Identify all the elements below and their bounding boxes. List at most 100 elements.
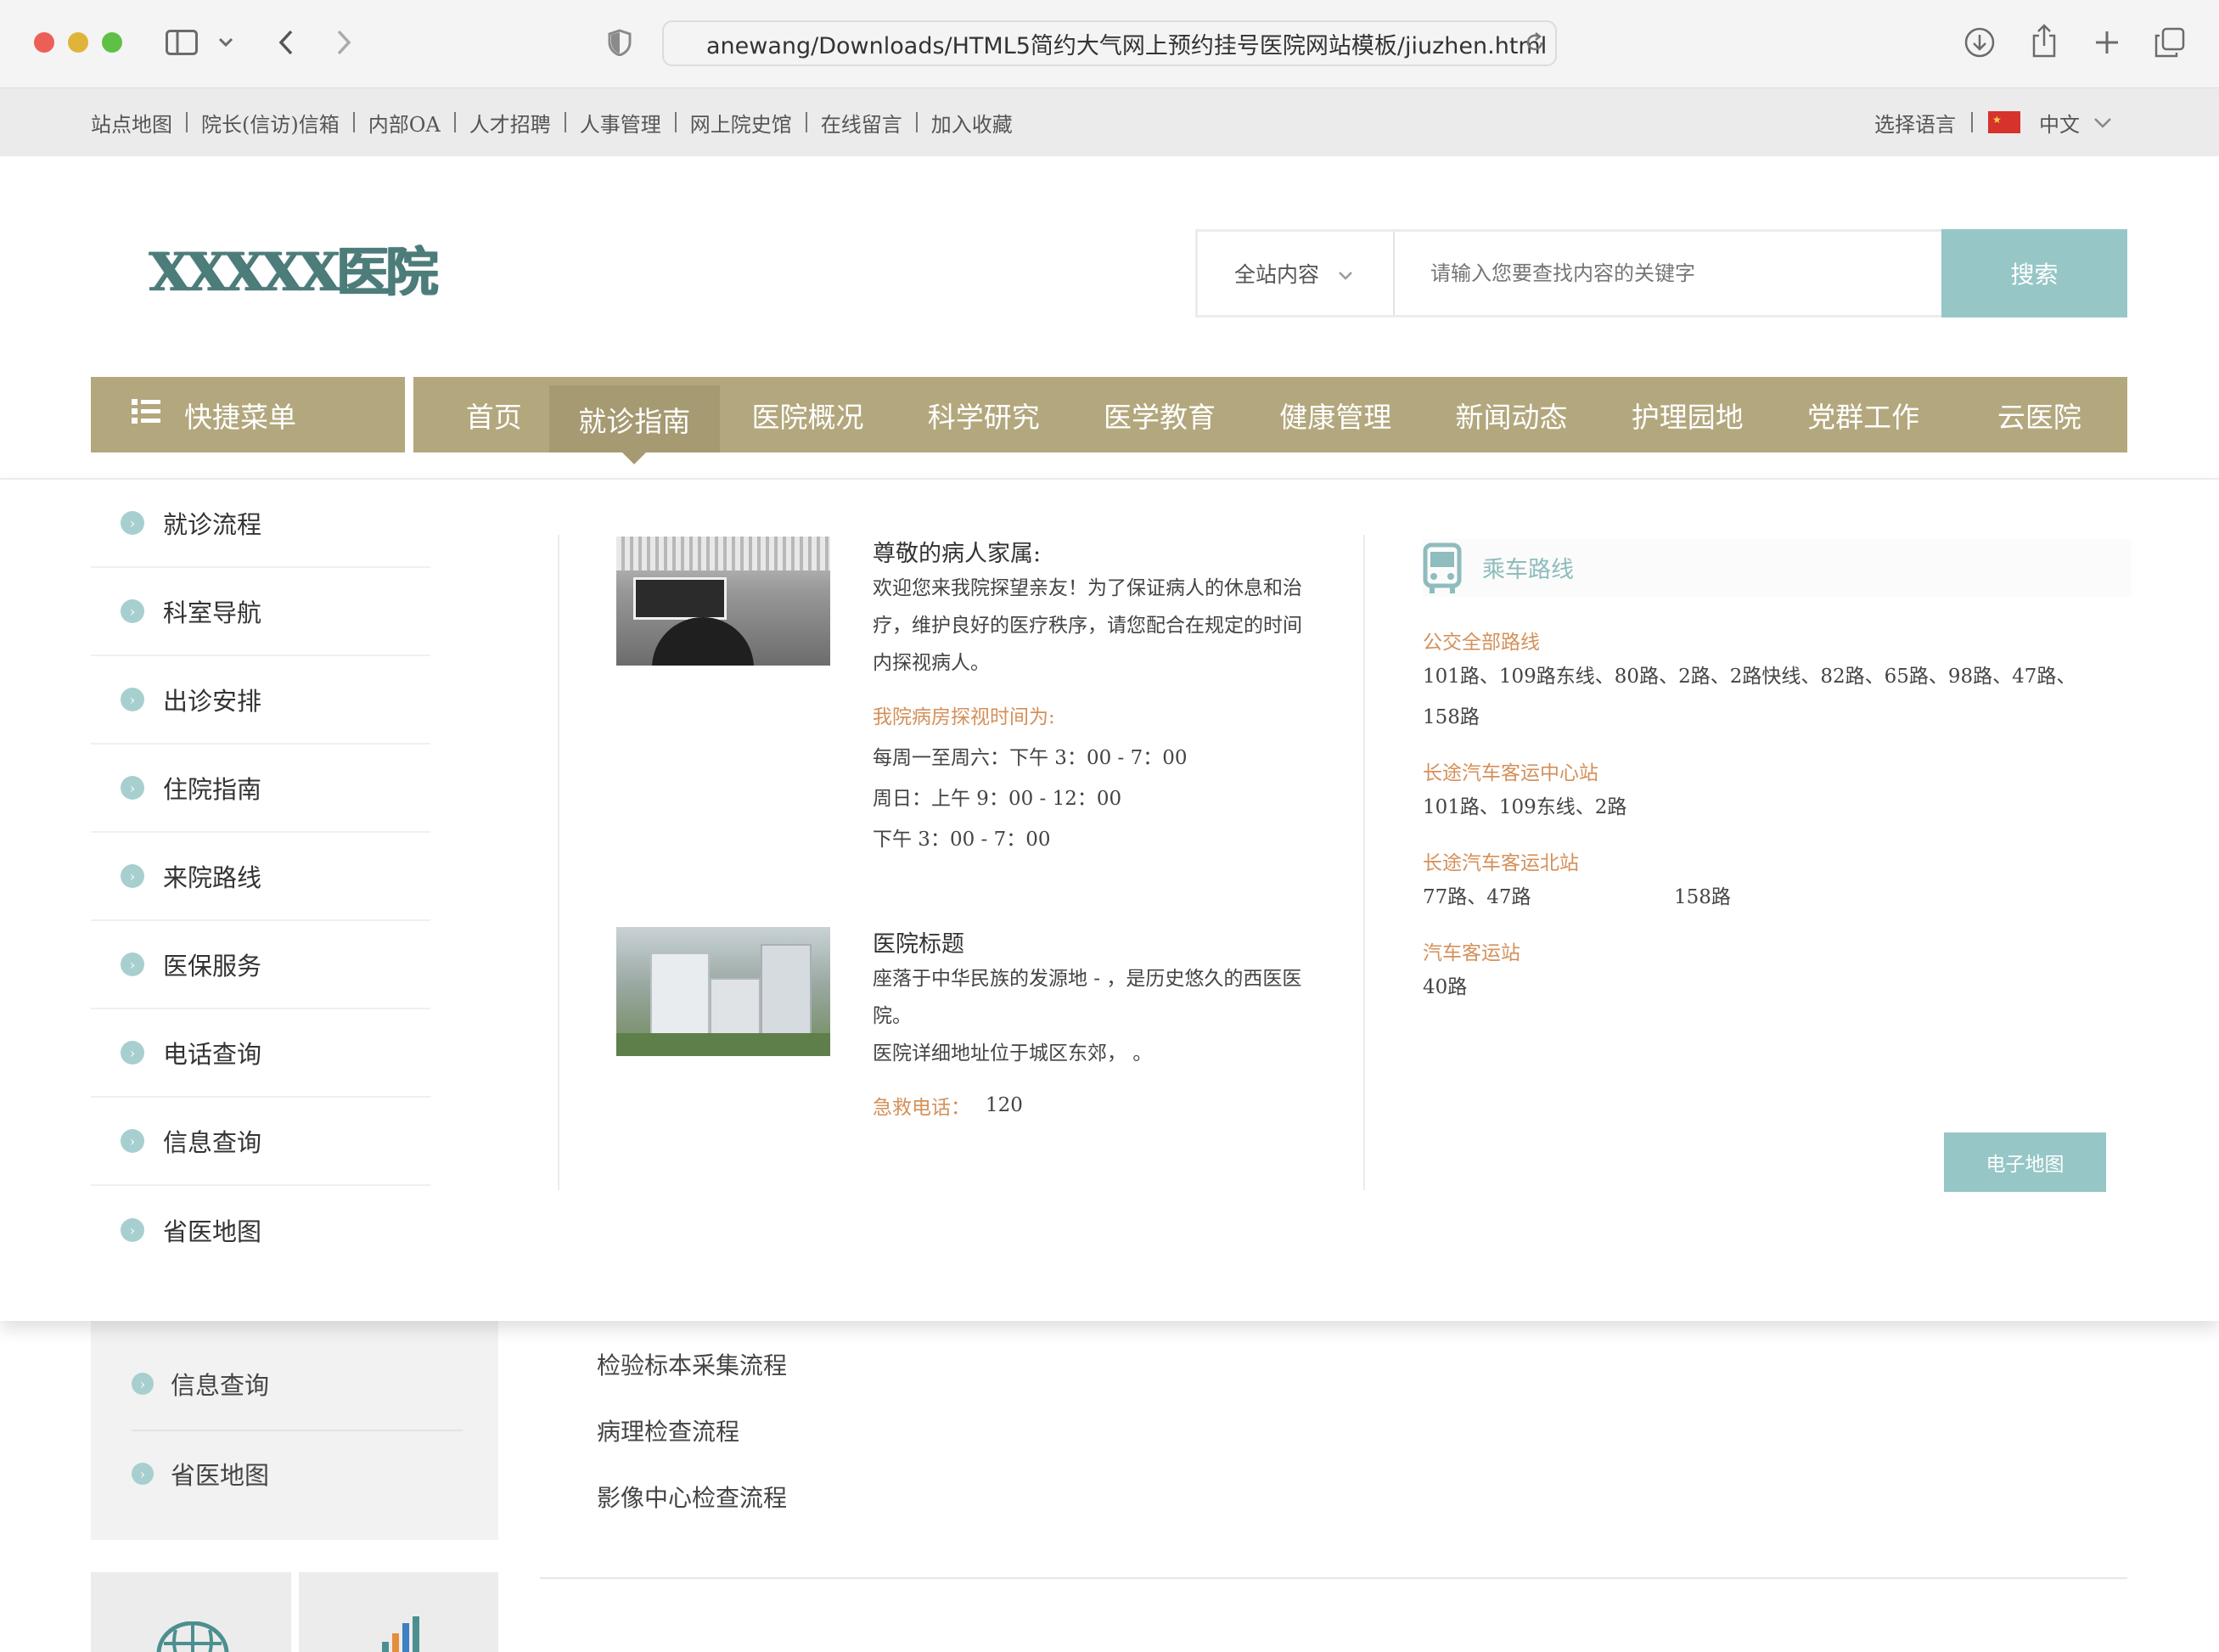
util-link-sitemap[interactable]: 站点地图 bbox=[91, 108, 172, 138]
arrow-circle-icon: › bbox=[121, 1129, 144, 1153]
building-wing bbox=[710, 978, 761, 1037]
divider bbox=[1363, 535, 1365, 1190]
util-link-director-mailbox[interactable]: 院长(信访)信箱 bbox=[201, 108, 340, 138]
process-link[interactable]: 病理检查流程 bbox=[597, 1413, 739, 1447]
globe-tile[interactable] bbox=[91, 1572, 291, 1652]
bus-section-name: 公交全部路线 bbox=[1423, 632, 1540, 654]
nav-item-cloud[interactable]: 云医院 bbox=[1952, 377, 2127, 452]
nav-item-health[interactable]: 健康管理 bbox=[1248, 377, 1424, 452]
divider bbox=[1971, 112, 1973, 132]
dropdown-item-label: 住院指南 bbox=[163, 775, 262, 804]
hospital-summary: 医院标题 座落于中华民族的发源地 - ，是历史悠久的西医医院。 医院详细地址位于… bbox=[873, 925, 1314, 1120]
stats-tile[interactable] bbox=[299, 1572, 498, 1652]
util-link-internal-oa[interactable]: 内部OA bbox=[368, 108, 441, 138]
emergency-line: 急救电话： 120 bbox=[873, 1091, 1314, 1120]
side-menu-item[interactable]: › 省医地图 bbox=[132, 1456, 269, 1492]
visit-guide-dropdown: › 就诊流程 › 科室导航 › 出诊安排 › 住院指南 › 来院路线 › 医保服务 › 电话查… bbox=[0, 478, 2219, 1321]
util-link-history-museum[interactable]: 网上院史馆 bbox=[690, 108, 792, 138]
language-value: 中文 bbox=[2039, 112, 2080, 137]
back-icon[interactable] bbox=[273, 25, 299, 59]
dropdown-item-label: 信息查询 bbox=[163, 1128, 262, 1157]
nav-item-research[interactable]: 科学研究 bbox=[896, 377, 1071, 452]
nav-item-nursing[interactable]: 护理园地 bbox=[1599, 377, 1775, 452]
browser-toolbar: anewang/Downloads/HTML5简约大气网上预约挂号医院网站模板/… bbox=[0, 0, 2219, 88]
dropdown-item-label: 省医地图 bbox=[163, 1217, 262, 1246]
bus-section-routes-row: 77路、47路 158路 bbox=[1423, 877, 2085, 918]
new-tab-icon[interactable] bbox=[2090, 25, 2124, 59]
nav-item-visit-guide[interactable]: 就诊指南 bbox=[548, 385, 720, 464]
dropdown-item-visit-process[interactable]: › 就诊流程 bbox=[91, 480, 430, 568]
bus-title-bar: 乘车路线 bbox=[1423, 539, 2132, 597]
dropdown-item-label: 电话查询 bbox=[163, 1040, 262, 1069]
building-block bbox=[761, 944, 812, 1037]
language-selector[interactable]: 选择语言 ★ 中文 bbox=[1874, 88, 2112, 156]
util-link-message[interactable]: 在线留言 bbox=[821, 108, 902, 138]
sidebar-toggle-icon[interactable] bbox=[165, 28, 199, 57]
dropdown-item-info[interactable]: › 信息查询 bbox=[91, 1098, 430, 1186]
nav-item-news[interactable]: 新闻动态 bbox=[1424, 377, 1599, 452]
hospital-desc: 座落于中华民族的发源地 - ，是历史悠久的西医医院。 bbox=[873, 968, 1302, 1027]
maximize-window-button[interactable] bbox=[102, 32, 122, 53]
process-link[interactable]: 影像中心检查流程 bbox=[597, 1480, 787, 1514]
util-link-hr[interactable]: 人事管理 bbox=[580, 108, 661, 138]
bus-section-routes: 101路、109东线、2路 bbox=[1423, 796, 1627, 818]
tab-overview-icon[interactable] bbox=[2153, 25, 2187, 59]
util-link-recruitment[interactable]: 人才招聘 bbox=[469, 108, 551, 138]
bus-routes: 公交全部路线 101路、109路东线、80路、2路、2路快线、82路、65路、9… bbox=[1423, 626, 2085, 1008]
nav-item-education[interactable]: 医学教育 bbox=[1071, 377, 1247, 452]
divider bbox=[186, 112, 188, 132]
side-menu-label: 信息查询 bbox=[171, 1371, 270, 1400]
side-menu-item[interactable]: › 信息查询 bbox=[132, 1366, 269, 1402]
divider bbox=[564, 112, 566, 132]
bar-chart-icon bbox=[382, 1616, 419, 1652]
main-nav: 首页 就诊指南 医院概况 科学研究 医学教育 健康管理 新闻动态 护理园地 党群… bbox=[413, 377, 2127, 464]
nav-item-home[interactable]: 首页 bbox=[439, 377, 549, 452]
arrow-circle-icon: › bbox=[132, 1373, 154, 1395]
minimize-window-button[interactable] bbox=[68, 32, 88, 53]
close-window-button[interactable] bbox=[34, 32, 54, 53]
arrow-circle-icon: › bbox=[121, 688, 144, 711]
bus-icon bbox=[1423, 542, 1462, 598]
gate-arch bbox=[652, 617, 754, 666]
share-icon[interactable] bbox=[2027, 22, 2061, 59]
arrow-circle-icon: › bbox=[121, 1041, 144, 1065]
dropdown-item-schedule[interactable]: › 出诊安排 bbox=[91, 656, 430, 745]
search-input[interactable] bbox=[1395, 232, 1941, 315]
dropdown-item-label: 科室导航 bbox=[163, 598, 262, 627]
dropdown-item-insurance[interactable]: › 医保服务 bbox=[91, 921, 430, 1009]
dropdown-item-map[interactable]: › 省医地图 bbox=[91, 1186, 430, 1274]
arrow-circle-icon: › bbox=[121, 511, 144, 535]
process-link[interactable]: 检验标本采集流程 bbox=[597, 1347, 787, 1381]
util-link-favorite[interactable]: 加入收藏 bbox=[931, 108, 1013, 138]
reload-icon[interactable] bbox=[1521, 29, 1548, 56]
visiting-hours-line: 下午 3：00 - 7：00 bbox=[873, 829, 1051, 851]
dropdown-item-phone[interactable]: › 电话查询 bbox=[91, 1009, 430, 1098]
divider bbox=[132, 1430, 463, 1431]
nav-item-party[interactable]: 党群工作 bbox=[1775, 377, 1951, 452]
address-text: anewang/Downloads/HTML5简约大气网上预约挂号医院网站模板/… bbox=[706, 32, 1548, 59]
quick-menu-button[interactable]: 快捷菜单 bbox=[91, 377, 405, 452]
chevron-down-icon[interactable] bbox=[216, 32, 236, 53]
forward-icon[interactable] bbox=[331, 25, 357, 59]
visiting-hours-label: 我院病房探视时间为: bbox=[873, 706, 1055, 728]
download-icon[interactable] bbox=[1963, 25, 1997, 59]
divider bbox=[674, 112, 677, 132]
nav-item-overview[interactable]: 医院概况 bbox=[720, 377, 896, 452]
bus-section-routes: 77路、47路 bbox=[1423, 886, 1531, 908]
divider bbox=[540, 1577, 2127, 1579]
search-button[interactable]: 搜索 bbox=[1941, 229, 2127, 317]
address-bar[interactable]: anewang/Downloads/HTML5简约大气网上预约挂号医院网站模板/… bbox=[662, 20, 1557, 66]
side-menu-label: 省医地图 bbox=[171, 1461, 270, 1490]
divider bbox=[453, 112, 456, 132]
arrow-circle-icon: › bbox=[132, 1463, 154, 1485]
bus-section-routes: 158路 bbox=[1674, 886, 1731, 908]
privacy-shield-icon[interactable] bbox=[606, 28, 633, 57]
electronic-map-button[interactable]: 电子地图 bbox=[1944, 1132, 2106, 1192]
hospital-logo[interactable]: XXXXX医院 bbox=[149, 229, 438, 306]
dropdown-item-inpatient-guide[interactable]: › 住院指南 bbox=[91, 745, 430, 833]
visiting-hours-line: 每周一至周六：下午 3：00 - 7：00 bbox=[873, 747, 1188, 769]
chevron-down-icon bbox=[1338, 261, 1353, 286]
dropdown-item-department-nav[interactable]: › 科室导航 bbox=[91, 568, 430, 656]
search-scope-select[interactable]: 全站内容 bbox=[1198, 232, 1395, 315]
dropdown-item-directions[interactable]: › 来院路线 bbox=[91, 833, 430, 921]
